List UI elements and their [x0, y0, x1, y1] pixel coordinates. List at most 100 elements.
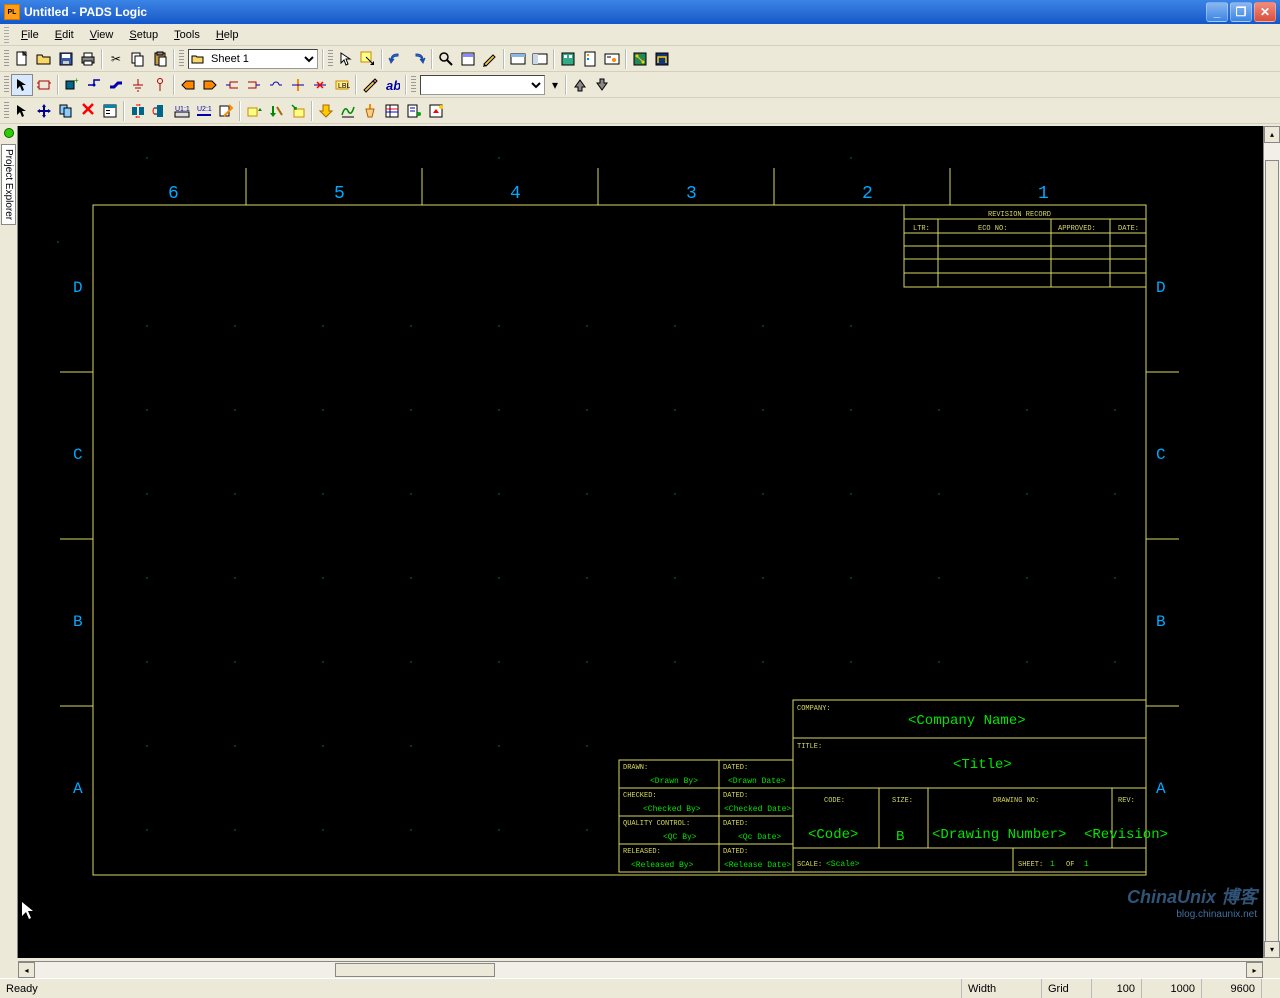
add-connection-button[interactable]: [83, 74, 105, 96]
toolbar-gripper[interactable]: [411, 76, 416, 94]
toolbar-gripper[interactable]: [4, 50, 9, 68]
netname-left-button[interactable]: [221, 74, 243, 96]
toolbar-gripper[interactable]: [4, 76, 9, 94]
rename-net-button[interactable]: U2:1: [193, 100, 215, 122]
menu-file[interactable]: File: [13, 27, 47, 43]
selection-filter-button[interactable]: [357, 48, 379, 70]
cross-probe-button[interactable]: [359, 100, 381, 122]
svg-text:<Drawn Date>: <Drawn Date>: [728, 777, 786, 786]
zoom-button[interactable]: [435, 48, 457, 70]
hierarchy-up-button[interactable]: [243, 100, 265, 122]
draft-button[interactable]: [359, 74, 381, 96]
undo-button[interactable]: [385, 48, 407, 70]
hierarchy-down-button[interactable]: [265, 100, 287, 122]
add-jumper-button[interactable]: [265, 74, 287, 96]
push-into-button[interactable]: [287, 100, 309, 122]
netname-right-button[interactable]: [243, 74, 265, 96]
output-window-button[interactable]: [507, 48, 529, 70]
window-title: Untitled - PADS Logic: [24, 5, 1206, 19]
library-button[interactable]: [557, 48, 579, 70]
col-label: 3: [686, 184, 697, 204]
part-button[interactable]: [33, 74, 55, 96]
add-part-button[interactable]: +: [61, 74, 83, 96]
schematic-canvas[interactable]: 6 5 4 3 2 1 D C B A D C B A: [18, 126, 1263, 958]
toolbar-edit: U1:1 U2:1: [0, 98, 1280, 124]
add-text-button[interactable]: ab: [381, 74, 403, 96]
menu-edit[interactable]: Edit: [47, 27, 82, 43]
filter-select[interactable]: [420, 75, 545, 95]
pads-layout-button[interactable]: [629, 48, 651, 70]
print-button[interactable]: [77, 48, 99, 70]
sheet-view-button[interactable]: [457, 48, 479, 70]
analysis-button[interactable]: [337, 100, 359, 122]
scroll-left-button[interactable]: ◂: [18, 962, 35, 978]
vscroll-thumb[interactable]: [1265, 160, 1279, 958]
save-button[interactable]: [55, 48, 77, 70]
svg-text:+: +: [74, 77, 79, 85]
offpage-left-button[interactable]: [177, 74, 199, 96]
move-button[interactable]: [33, 100, 55, 122]
horizontal-scrollbar[interactable]: ◂ ▸: [18, 961, 1263, 978]
offpage-right-button[interactable]: [199, 74, 221, 96]
delete-button[interactable]: [77, 100, 99, 122]
close-button[interactable]: ✕: [1254, 2, 1276, 22]
menu-view[interactable]: View: [82, 27, 122, 43]
svg-text:DATED:: DATED:: [723, 848, 748, 856]
maximize-button[interactable]: ❐: [1230, 2, 1252, 22]
select-mode-button[interactable]: [335, 48, 357, 70]
swap-pin-button[interactable]: [149, 100, 171, 122]
project-explorer-button[interactable]: [529, 48, 551, 70]
cut-button[interactable]: ✂: [105, 48, 127, 70]
add-field-button[interactable]: LBL: [331, 74, 353, 96]
add-power-button[interactable]: [149, 74, 171, 96]
filter-dropdown-button[interactable]: ▾: [547, 74, 563, 96]
move-up-button[interactable]: [569, 74, 591, 96]
pads-router-button[interactable]: [651, 48, 673, 70]
add-attribute-button[interactable]: [215, 100, 237, 122]
minimize-button[interactable]: _: [1206, 2, 1228, 22]
rename-part-button[interactable]: U1:1: [171, 100, 193, 122]
menu-help[interactable]: Help: [208, 27, 247, 43]
add-bus-button[interactable]: [105, 74, 127, 96]
swap-reference-button[interactable]: [127, 100, 149, 122]
scroll-down-button[interactable]: ▾: [1264, 941, 1280, 958]
select-toggle-button[interactable]: [11, 74, 33, 96]
title-bar: PL Untitled - PADS Logic _ ❐ ✕: [0, 0, 1280, 24]
sheet-selector[interactable]: Sheet 1: [188, 49, 318, 69]
scroll-up-button[interactable]: ▴: [1264, 126, 1280, 143]
copy-button[interactable]: [127, 48, 149, 70]
hscroll-thumb[interactable]: [335, 963, 495, 977]
toolbar-gripper[interactable]: [328, 50, 333, 68]
options-button[interactable]: [601, 48, 623, 70]
properties-button[interactable]: [99, 100, 121, 122]
vertical-scrollbar[interactable]: ▴ ▾: [1263, 126, 1280, 958]
new-button[interactable]: [11, 48, 33, 70]
delete-connection-button[interactable]: [309, 74, 331, 96]
reports-button[interactable]: [579, 48, 601, 70]
duplicate-button[interactable]: [55, 100, 77, 122]
move-down-button[interactable]: [591, 74, 613, 96]
svg-text:LBL: LBL: [338, 83, 350, 90]
netlist-button[interactable]: [403, 100, 425, 122]
paste-button[interactable]: [149, 48, 171, 70]
pointer-button[interactable]: [11, 100, 33, 122]
simulate-button[interactable]: [315, 100, 337, 122]
project-explorer-tab[interactable]: Project Explorer: [0, 126, 18, 958]
split-bus-button[interactable]: [287, 74, 309, 96]
menu-setup[interactable]: Setup: [121, 27, 166, 43]
status-grid-value: 100: [1092, 979, 1142, 998]
col-label: 2: [862, 184, 873, 204]
menu-tools[interactable]: Tools: [166, 27, 208, 43]
menubar-gripper[interactable]: [4, 27, 9, 43]
scroll-right-button[interactable]: ▸: [1246, 962, 1263, 978]
open-button[interactable]: [33, 48, 55, 70]
row-label: C: [73, 446, 83, 464]
row-label: A: [1156, 780, 1166, 798]
add-ground-button[interactable]: [127, 74, 149, 96]
redo-button[interactable]: [407, 48, 429, 70]
eco-button[interactable]: [425, 100, 447, 122]
bom-button[interactable]: [381, 100, 403, 122]
toolbar-gripper[interactable]: [179, 50, 184, 68]
toolbar-gripper[interactable]: [4, 102, 9, 120]
redraw-button[interactable]: [479, 48, 501, 70]
